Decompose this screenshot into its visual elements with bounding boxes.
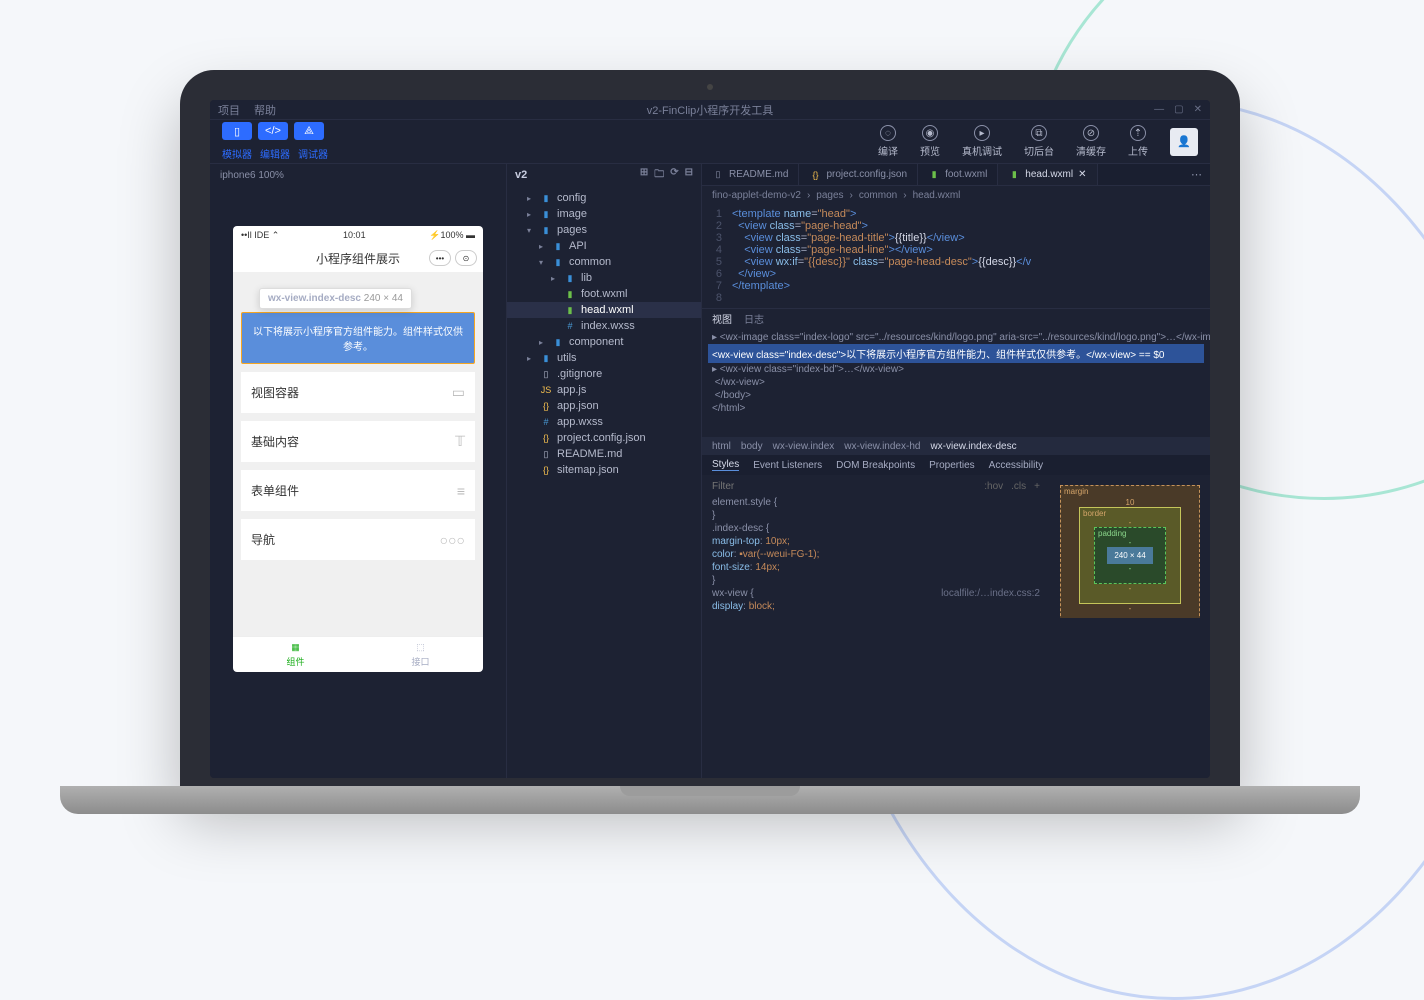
tree-item[interactable]: #app.wxss (507, 414, 701, 430)
tree-item[interactable]: ▾▮common (507, 254, 701, 270)
editor-tab[interactable]: ▯README.md (702, 164, 799, 185)
dom-path[interactable]: html body wx-view.index wx-view.index-hd wx-… (702, 437, 1210, 455)
style-tab[interactable]: Styles (712, 459, 739, 471)
breadcrumb-segment[interactable]: head.wxml (913, 190, 961, 201)
status-signal: ••Il IDE ⌃ (241, 230, 279, 241)
tree-item[interactable]: #index.wxss (507, 318, 701, 334)
tree-item[interactable]: ▮head.wxml (507, 302, 701, 318)
hov-toggle[interactable]: :hov (984, 481, 1003, 492)
editor-tab[interactable]: {}project.config.json (799, 164, 918, 185)
new-file-icon[interactable]: ⊞ (640, 167, 648, 184)
compile-button[interactable]: ◌编译 (878, 125, 898, 158)
breadcrumb-segment[interactable]: pages (816, 190, 843, 201)
tree-item[interactable]: JSapp.js (507, 382, 701, 398)
phone-tab-1[interactable]: ⬚接口 (358, 637, 483, 672)
upload-button[interactable]: ⇡上传 (1128, 125, 1148, 158)
breadcrumb-segment[interactable]: common (859, 190, 897, 201)
tree-item[interactable]: ▯README.md (507, 446, 701, 462)
style-tab[interactable]: Accessibility (989, 460, 1043, 471)
laptop-mockup: 项目 帮助 v2-FinClip小程序开发工具 — ▢ ✕ ▯ </> ⟁ (180, 70, 1240, 790)
tree-item[interactable]: ▸▮component (507, 334, 701, 350)
menu-help[interactable]: 帮助 (254, 102, 276, 118)
tree-item[interactable]: ▸▮utils (507, 350, 701, 366)
menu-bar: 项目 帮助 v2-FinClip小程序开发工具 — ▢ ✕ (210, 100, 1210, 120)
phone-preview[interactable]: ••Il IDE ⌃ 10:01 ⚡100% ▬ 小程序组件展示 ••• ⊙ (233, 226, 483, 672)
tree-item[interactable]: {}sitemap.json (507, 462, 701, 478)
status-time: 10:01 (343, 230, 366, 240)
simulator-pane: iphone6 100% ••Il IDE ⌃ 10:01 ⚡100% ▬ 小程… (210, 164, 506, 778)
mode-debugger-button[interactable]: ⟁ (294, 122, 324, 140)
avatar[interactable]: 👤 (1170, 128, 1198, 156)
mode-label-editor: 编辑器 (260, 146, 290, 161)
nav-more-button[interactable]: ••• (429, 250, 451, 266)
editor-tab[interactable]: ▮head.wxml ✕ (998, 164, 1097, 185)
editor-tab[interactable]: ▮foot.wxml (918, 164, 998, 185)
menu-project[interactable]: 项目 (218, 102, 240, 118)
refresh-icon[interactable]: ⟳ (670, 167, 678, 184)
dom-path-segment[interactable]: wx-view.index-hd (844, 441, 920, 452)
tree-item[interactable]: {}app.json (507, 398, 701, 414)
tree-item[interactable]: ▸▮lib (507, 270, 701, 286)
maximize-icon[interactable]: ▢ (1174, 104, 1183, 115)
preview-button[interactable]: ◉预览 (920, 125, 940, 158)
explorer-root[interactable]: v2 (515, 169, 527, 181)
mode-label-simulator: 模拟器 (222, 146, 252, 161)
mode-editor-button[interactable]: </> (258, 122, 288, 140)
tab-close-icon[interactable]: ✕ (1078, 169, 1086, 180)
new-folder-icon[interactable]: 🗀 (654, 167, 664, 184)
mode-simulator-button[interactable]: ▯ (222, 122, 252, 140)
tree-item[interactable]: {}project.config.json (507, 430, 701, 446)
toolbar: ▯ </> ⟁ 模拟器 编辑器 调试器 ◌编译 ◉预览 ▸真机调试 ⧉切后台 (210, 120, 1210, 164)
dom-path-segment[interactable]: body (741, 441, 763, 452)
breadcrumb: fino-applet-demo-v2 › pages › common › h… (702, 186, 1210, 204)
dom-tree[interactable]: ▸ <wx-image class="index-logo" src="../r… (702, 327, 1210, 437)
tree-item[interactable]: ▸▮config (507, 190, 701, 206)
editor-tabbar: ▯README.md{}project.config.json▮foot.wxm… (702, 164, 1210, 186)
collapse-icon[interactable]: ⊟ (685, 167, 693, 184)
device-label: iphone6 100% (220, 170, 284, 181)
phone-tab-0[interactable]: ▦组件 (233, 637, 358, 672)
add-rule-icon[interactable]: + (1034, 481, 1040, 492)
minimize-icon[interactable]: — (1154, 104, 1164, 115)
menu-item-3[interactable]: 导航○○○ (241, 519, 475, 560)
code-editor[interactable]: 1<template name="head">2 <view class="pa… (702, 204, 1210, 308)
tree-item[interactable]: ▮foot.wxml (507, 286, 701, 302)
background-button[interactable]: ⧉切后台 (1024, 125, 1054, 158)
element-tooltip: wx-view.index-desc 240 × 44 (259, 288, 412, 309)
style-tab[interactable]: DOM Breakpoints (836, 460, 915, 471)
cls-toggle[interactable]: .cls (1011, 481, 1026, 492)
style-tab[interactable]: Properties (929, 460, 975, 471)
clear-cache-button[interactable]: ⊘清缓存 (1076, 125, 1106, 158)
remote-debug-button[interactable]: ▸真机调试 (962, 125, 1002, 158)
breadcrumb-segment[interactable]: fino-applet-demo-v2 (712, 190, 801, 201)
tree-item[interactable]: ▾▮pages (507, 222, 701, 238)
menu-item-1[interactable]: 基础内容𝕋 (241, 421, 475, 462)
tree-item[interactable]: ▸▮image (507, 206, 701, 222)
dom-path-segment[interactable]: wx-view.index (773, 441, 835, 452)
nav-title: 小程序组件展示 (316, 250, 400, 267)
status-battery: ⚡100% ▬ (429, 230, 475, 241)
styles-panel[interactable]: :hov .cls + element.style {}.index-desc … (702, 475, 1050, 618)
nav-close-button[interactable]: ⊙ (455, 250, 477, 266)
tree-item[interactable]: ▸▮API (507, 238, 701, 254)
devtools-tab-console[interactable]: 日志 (744, 311, 764, 326)
box-model: margin 10 border - padding - 240 × 4 (1050, 475, 1210, 618)
menu-item-0[interactable]: 视图容器▭ (241, 372, 475, 413)
style-filter-input[interactable] (712, 481, 976, 492)
dom-path-segment[interactable]: html (712, 441, 731, 452)
tab-overflow-icon[interactable]: ⋯ (1183, 164, 1210, 185)
style-tab[interactable]: Event Listeners (753, 460, 822, 471)
mode-label-debugger: 调试器 (298, 146, 328, 161)
file-explorer: v2 ⊞ 🗀 ⟳ ⊟ ▸▮config▸▮image▾▮pages▸▮API▾▮… (506, 164, 702, 778)
tree-item[interactable]: ▯.gitignore (507, 366, 701, 382)
app-window: 项目 帮助 v2-FinClip小程序开发工具 — ▢ ✕ ▯ </> ⟁ (210, 100, 1210, 778)
devtools: 视图 日志 ▸ <wx-image class="index-logo" src… (702, 308, 1210, 618)
selected-element[interactable]: 以下将展示小程序官方组件能力。组件样式仅供参考。 (241, 312, 475, 364)
dom-path-segment[interactable]: wx-view.index-desc (930, 441, 1016, 452)
close-icon[interactable]: ✕ (1194, 104, 1202, 115)
window-title: v2-FinClip小程序开发工具 (647, 102, 774, 118)
devtools-tab-elements[interactable]: 视图 (712, 311, 732, 326)
menu-item-2[interactable]: 表单组件≡ (241, 470, 475, 511)
